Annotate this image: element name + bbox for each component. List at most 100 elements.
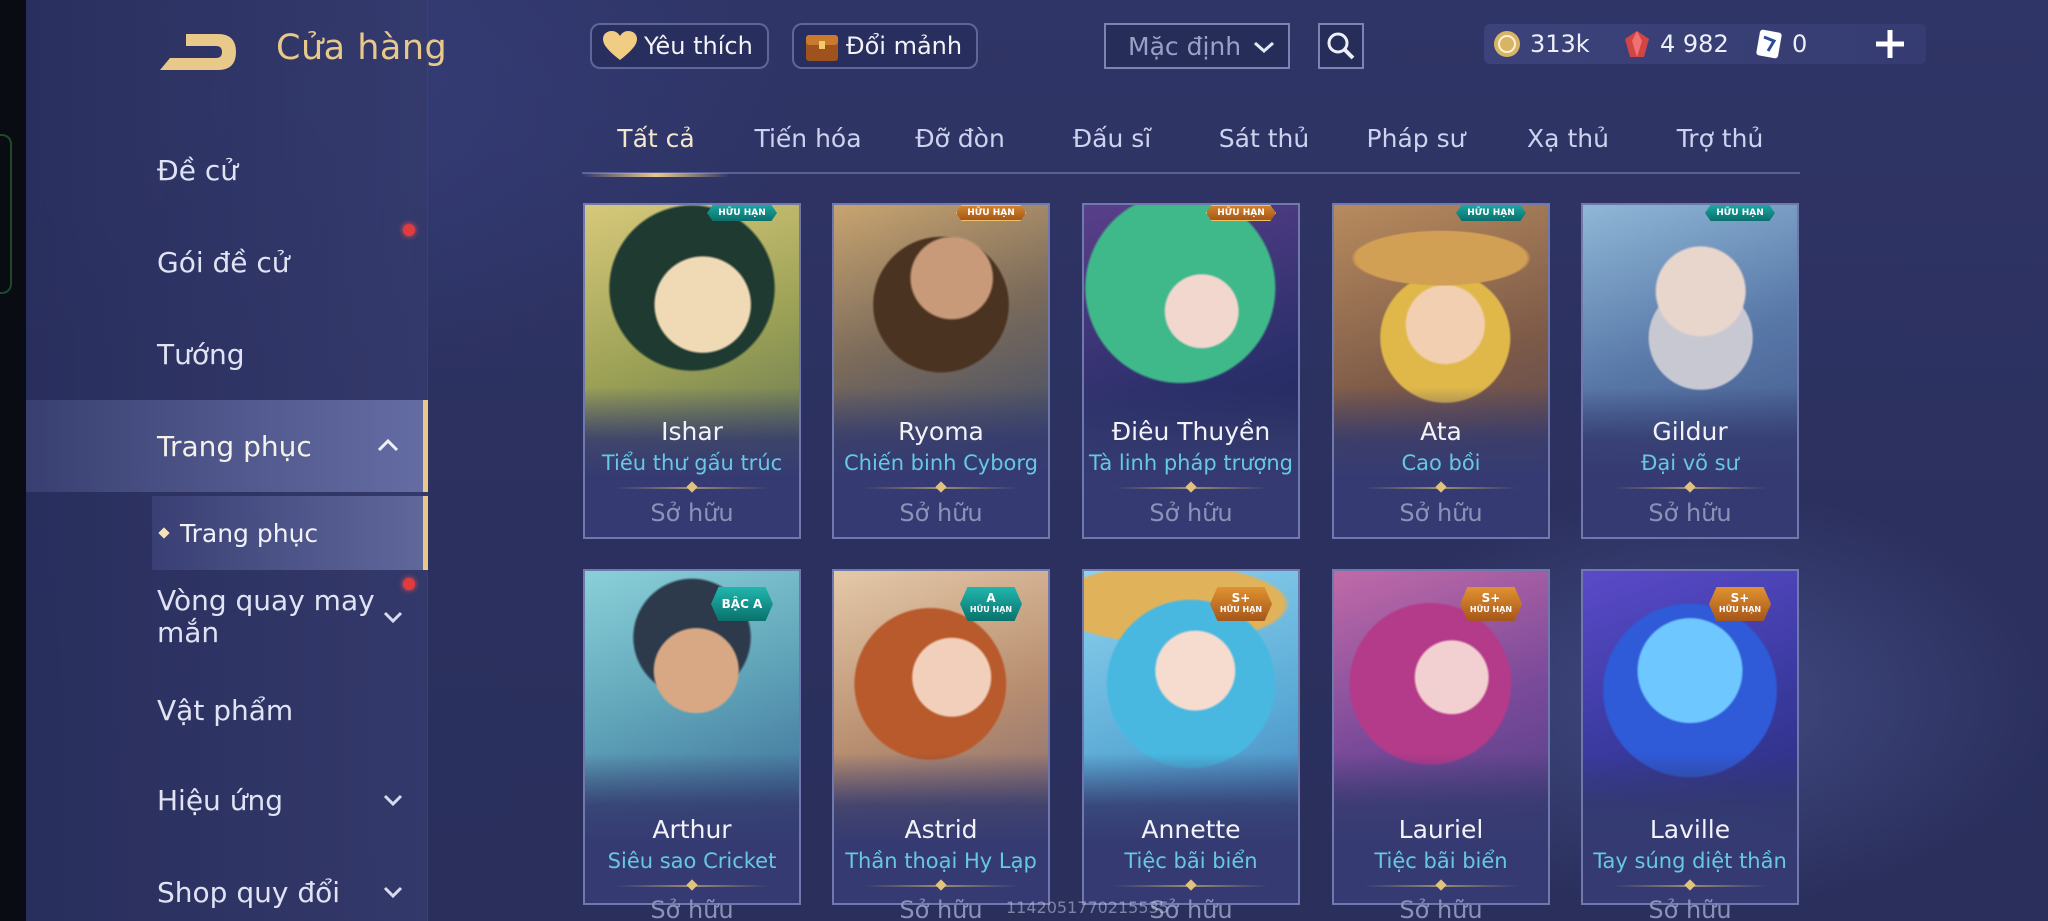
tab-fighter[interactable]: Đấu sĩ (1038, 124, 1186, 174)
diamond-bullet-icon (158, 527, 170, 539)
tier-badge: S+ HỮU HẠN (1460, 587, 1522, 621)
hero-name: Lauriel (1398, 815, 1484, 844)
active-tab-indicator (582, 173, 730, 177)
skin-card[interactable]: HỮU HẠN Gildur Đại võ sư Sở hữu (1581, 203, 1799, 539)
sidebar-subitem-skins[interactable]: Trang phục (152, 496, 428, 570)
limited-label: HỮU HẠN (1219, 605, 1263, 614)
chevron-down-icon (383, 794, 403, 807)
chevron-down-icon (383, 886, 403, 899)
skin-name: Cao bồi (1401, 451, 1481, 475)
tab-tank[interactable]: Đỡ đòn (886, 124, 1034, 174)
skin-name: Đại võ sư (1641, 451, 1739, 475)
sidebar-item-bundles[interactable]: Gói đề cử (26, 220, 428, 304)
tab-all[interactable]: Tất cả (582, 124, 730, 177)
sort-dropdown[interactable]: Mặc định (1104, 23, 1290, 69)
skin-card[interactable]: HỮU HẠN Ishar Tiểu thư gấu trúc Sở hữu (583, 203, 801, 539)
owned-status: Sở hữu (1648, 499, 1732, 527)
sidebar-item-label: Gói đề cử (157, 245, 290, 279)
skin-card[interactable]: S+ HỮU HẠN Laville Tay súng diệt thần (1581, 569, 1799, 905)
tier-label: BẬC A (721, 597, 763, 611)
sidebar-item-label: Vật phẩm (157, 693, 294, 727)
tab-evolution[interactable]: Tiến hóa (734, 124, 882, 174)
gem-amount: 4 982 (1660, 30, 1729, 58)
sidebar-subitem-label: Trang phục (180, 518, 319, 548)
tier-label: S+ (1481, 591, 1501, 605)
tab-label: Đỡ đòn (915, 124, 1005, 153)
sidebar-item-recommended[interactable]: Đề cử (26, 128, 428, 212)
voucher-card-icon (1756, 29, 1782, 59)
gold-balance: 313k (1492, 24, 1590, 64)
sidebar-item-label: Tướng (157, 337, 245, 371)
sidebar-item-effects[interactable]: Hiệu ứng (26, 758, 428, 842)
limited-label: HỮU HẠN (1469, 605, 1513, 614)
skin-name: Tiệc bãi biển (1124, 849, 1258, 873)
tab-label: Tiến hóa (754, 124, 862, 153)
chevron-up-icon (377, 438, 399, 452)
skin-card[interactable]: A HỮU HẠN Astrid Thần thoại Hy Lạp (832, 569, 1050, 905)
favorites-button[interactable]: Yêu thích (590, 23, 769, 69)
search-icon (1327, 32, 1355, 60)
hero-name: Astrid (904, 815, 978, 844)
hero-name: Laville (1649, 815, 1731, 844)
sidebar-item-exchange-shop[interactable]: Shop quy đổi (26, 850, 428, 921)
hero-name: Gildur (1652, 417, 1728, 446)
exchange-shards-button[interactable]: Đổi mảnh (792, 23, 979, 69)
tab-label: Tất cả (617, 124, 695, 153)
limited-badge: HỮU HẠN (1705, 205, 1775, 221)
tier-badge: S+ HỮU HẠN (1709, 587, 1771, 621)
gold-coin-icon (1494, 31, 1520, 57)
notification-dot (403, 578, 415, 590)
skin-card[interactable]: BẬC A Arthur Siêu sao Cricket (583, 569, 801, 905)
back-arrow-icon[interactable] (158, 30, 238, 74)
tier-label: S+ (1231, 591, 1251, 605)
favorites-label: Yêu thích (644, 32, 753, 60)
skin-name: Tà linh pháp trượng (1088, 451, 1294, 475)
tab-mage[interactable]: Pháp sư (1342, 124, 1490, 174)
sidebar-item-label: Vòng quay may mắn (157, 584, 375, 649)
skin-card[interactable]: HỮU HẠN Điêu Thuyền Tà linh pháp trượng … (1082, 203, 1300, 539)
exchange-label: Đổi mảnh (846, 32, 963, 60)
tab-assassin[interactable]: Sát thủ (1190, 124, 1338, 174)
sidebar-item-heroes[interactable]: Tướng (26, 312, 428, 396)
sidebar-item-items[interactable]: Vật phẩm (26, 668, 428, 752)
owned-status: Sở hữu (1648, 896, 1732, 921)
tier-badge: S+ HỮU HẠN (1210, 587, 1272, 621)
skin-card[interactable]: HỮU HẠN Ryoma Chiến binh Cyborg Sở hữu (832, 203, 1050, 539)
hero-name: Ishar (661, 417, 723, 446)
tab-label: Xạ thủ (1527, 124, 1609, 153)
sort-value: Mặc định (1128, 31, 1242, 61)
skin-name: Siêu sao Cricket (607, 849, 777, 873)
gem-balance: 4 982 (1622, 24, 1729, 64)
search-button[interactable] (1318, 23, 1364, 69)
limited-label: HỮU HẠN (969, 605, 1013, 614)
tab-label: Đấu sĩ (1072, 124, 1152, 153)
tab-marksman[interactable]: Xạ thủ (1494, 124, 1642, 174)
tab-label: Pháp sư (1366, 124, 1466, 153)
owned-status: Sở hữu (1399, 896, 1483, 921)
owned-status: Sở hữu (1149, 499, 1233, 527)
limited-badge: HỮU HẠN (707, 205, 777, 221)
tab-label: Trợ thủ (1676, 124, 1764, 153)
treasure-chest-icon (804, 28, 840, 64)
skin-card[interactable]: S+ HỮU HẠN Annette Tiệc bãi biển (1082, 569, 1300, 905)
plus-icon[interactable] (1872, 26, 1908, 62)
hero-name: Điêu Thuyền (1111, 417, 1271, 446)
tab-label: Sát thủ (1218, 124, 1310, 153)
skin-name: Chiến binh Cyborg (843, 451, 1039, 475)
skin-card[interactable]: HỮU HẠN Ata Cao bồi Sở hữu (1332, 203, 1550, 539)
hero-name: Annette (1141, 815, 1241, 844)
skin-name: Tiệc bãi biển (1374, 849, 1508, 873)
sidebar-item-label: Hiệu ứng (157, 783, 283, 817)
tier-badge: BẬC A (711, 587, 773, 621)
tab-support[interactable]: Trợ thủ (1646, 124, 1794, 174)
sidebar-item-skins[interactable]: Trang phục (26, 400, 428, 492)
screen-edge (0, 0, 26, 921)
sidebar-item-lucky-wheel[interactable]: Vòng quay may mắn (26, 575, 428, 659)
ruby-gem-icon (1625, 31, 1649, 57)
hero-name: Arthur (652, 815, 732, 844)
limited-label: HỮU HẠN (1718, 605, 1762, 614)
gold-amount: 313k (1530, 30, 1590, 58)
tier-badge: A HỮU HẠN (960, 587, 1022, 621)
skin-card[interactable]: S+ HỮU HẠN Lauriel Tiệc bãi biển (1332, 569, 1550, 905)
chevron-down-icon (1254, 41, 1274, 54)
